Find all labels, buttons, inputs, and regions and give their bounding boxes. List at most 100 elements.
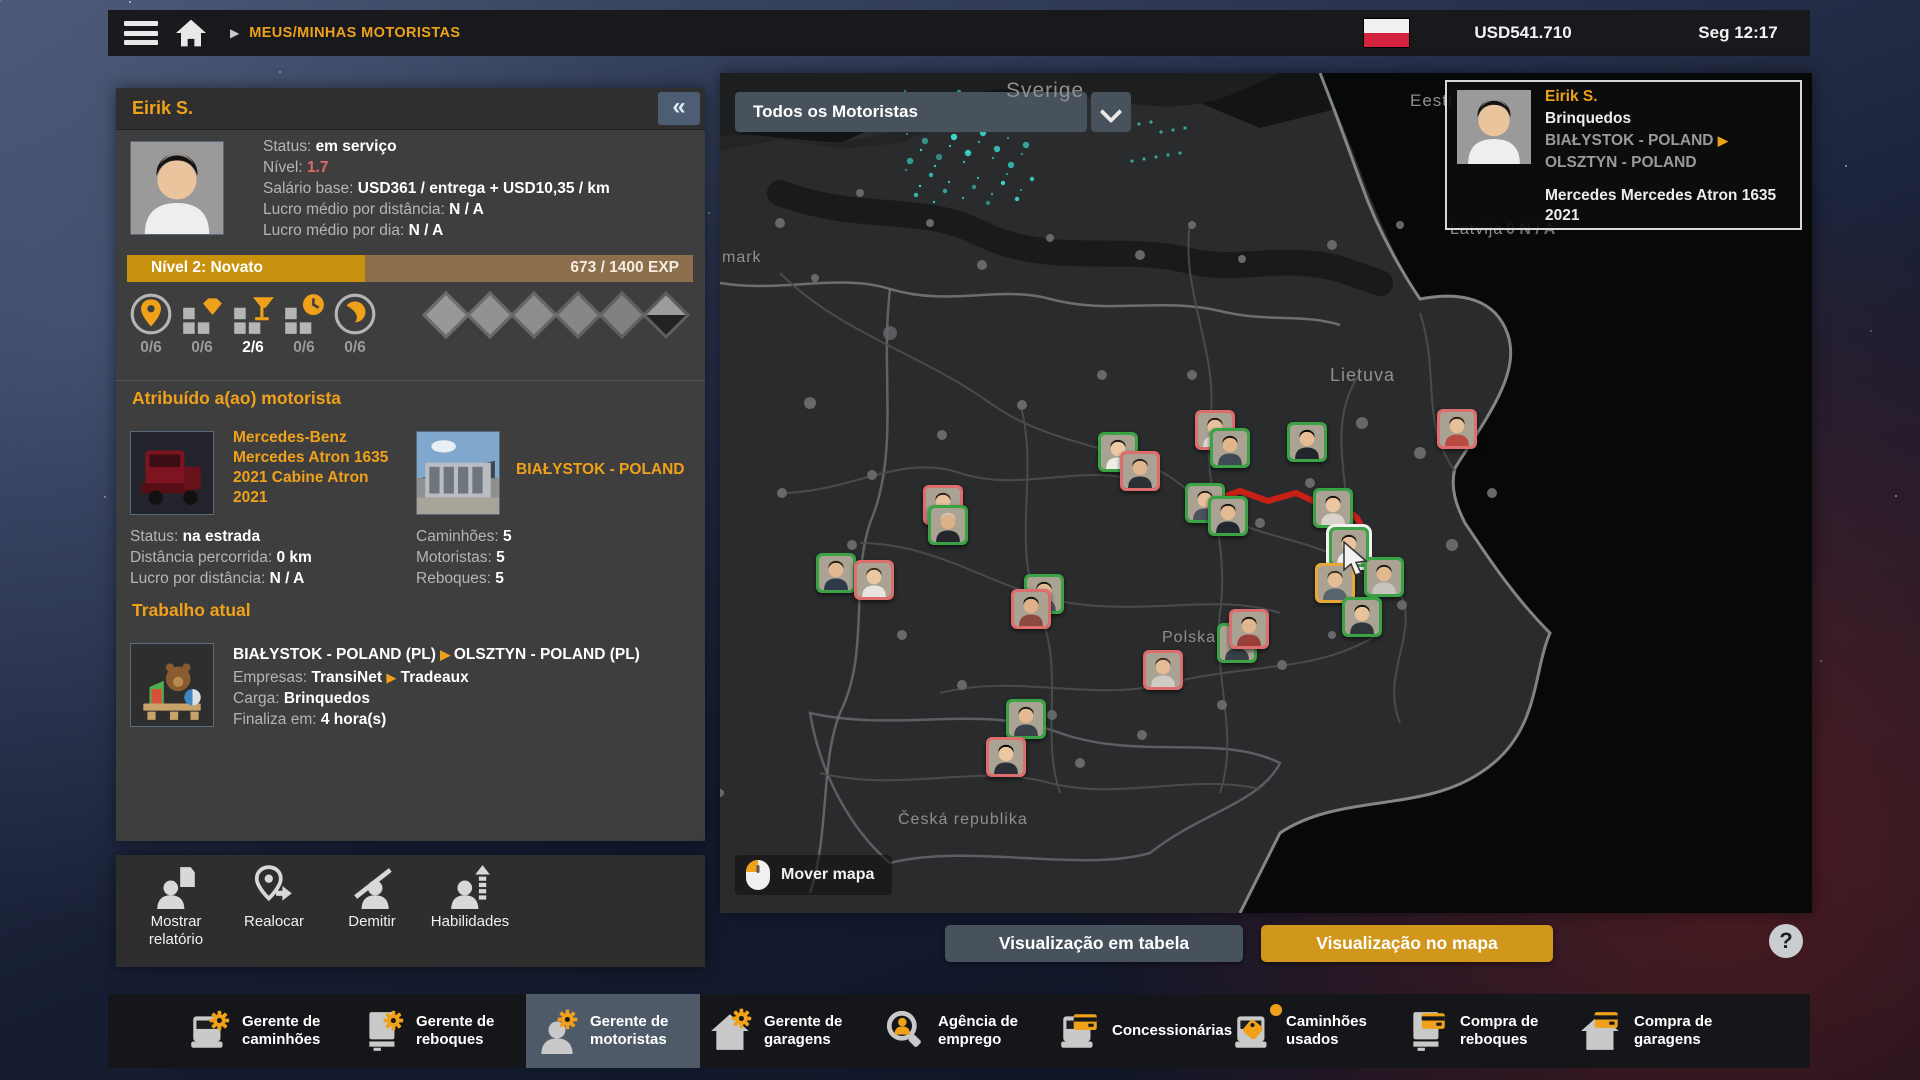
high-value-skill-icon bbox=[179, 291, 225, 337]
menu-icon[interactable] bbox=[124, 21, 158, 45]
driver-marker-red[interactable] bbox=[854, 560, 894, 600]
job-lines: Empresas: TransiNet ▶ TradeauxCarga: Bri… bbox=[233, 667, 469, 730]
driver-marker-green[interactable] bbox=[1210, 428, 1250, 468]
driver-map-tooltip: Eirik S. Brinquedos BIAŁYSTOK - POLAND ▶… bbox=[1445, 80, 1802, 230]
driver-level-bar: Nível 2: Novato 673 / 1400 EXP bbox=[127, 255, 693, 282]
job-route-to: OLSZTYN - POLAND (PL) bbox=[454, 646, 640, 663]
urgent-skill[interactable]: 0/6 bbox=[278, 291, 330, 357]
breadcrumb[interactable]: MEUS/MINHAS MOTORISTAS bbox=[249, 25, 460, 41]
relocate-icon bbox=[249, 863, 299, 909]
fragile-skill[interactable]: 2/6 bbox=[227, 291, 279, 357]
driver-marker-red[interactable] bbox=[1011, 589, 1051, 629]
driver-info-line: Lucro médio por distância: N / A bbox=[263, 199, 610, 220]
driver-actions-bar: Mostrar relatórioRealocarDemitirHabilida… bbox=[116, 855, 705, 967]
toolbar-item-driver-manager[interactable]: Gerente de motoristas bbox=[526, 994, 700, 1068]
toolbar-item-truck-manager[interactable]: Gerente de caminhões bbox=[178, 994, 352, 1068]
driver-marker-red[interactable] bbox=[1229, 609, 1269, 649]
high-value-skill[interactable]: 0/6 bbox=[176, 291, 228, 357]
driver-photo bbox=[130, 141, 224, 235]
stat-line: Distância percorrida: 0 km bbox=[130, 547, 312, 568]
long-distance-skill[interactable]: 0/6 bbox=[125, 291, 177, 357]
driver-name-title: Eirik S. bbox=[132, 98, 193, 119]
mouse-icon bbox=[745, 859, 771, 891]
tooltip-truck: Mercedes Mercedes Atron 1635 2021 bbox=[1545, 186, 1790, 226]
driver-marker-red[interactable] bbox=[986, 737, 1026, 777]
map-label-lietuva: Lietuva bbox=[1330, 365, 1395, 386]
skills-button[interactable]: Habilidades bbox=[422, 863, 518, 931]
adr-badge-gases bbox=[466, 291, 514, 339]
chevron-down-icon[interactable] bbox=[1091, 92, 1131, 132]
garage-manager-icon bbox=[708, 1008, 756, 1054]
garage-thumbnail[interactable] bbox=[416, 431, 500, 515]
driver-info-lines: Status: em serviçoNível: 1.7Salário base… bbox=[263, 136, 610, 241]
adr-badge-flammable-solids bbox=[554, 291, 602, 339]
current-job-heading: Trabalho atual bbox=[132, 600, 251, 621]
map-label--esk-republika: Česká republika bbox=[898, 811, 1028, 829]
driver-marker-red[interactable] bbox=[1143, 650, 1183, 690]
job-agency-icon bbox=[882, 1008, 930, 1054]
driver-marker-green[interactable] bbox=[1208, 496, 1248, 536]
driver-marker-green[interactable] bbox=[1287, 422, 1327, 462]
toolbar-item-buy-garages[interactable]: Compra de garagens bbox=[1570, 994, 1744, 1068]
toolbar-item-buy-trailers[interactable]: Compra de reboques bbox=[1396, 994, 1570, 1068]
driver-detail-panel: Eirik S. « Status: em serviçoNível: 1.7S… bbox=[116, 88, 705, 841]
eco-skill[interactable]: 0/6 bbox=[329, 291, 381, 357]
stat-line: Lucro por distância: N / A bbox=[130, 568, 312, 589]
driver-info-line: Lucro médio por dia: N / A bbox=[263, 220, 610, 241]
move-map-hint: Mover mapa bbox=[735, 855, 892, 895]
eco-skill-icon bbox=[332, 291, 378, 337]
toolbar-item-trailer-manager[interactable]: Gerente de reboques bbox=[352, 994, 526, 1068]
toolbar-item-used-trucks[interactable]: Caminhões usados bbox=[1222, 994, 1396, 1068]
stat-line: Reboques: 5 bbox=[416, 568, 512, 589]
truck-name-link[interactable]: Mercedes-Benz Mercedes Atron 1635 2021 C… bbox=[233, 428, 403, 508]
assigned-heading: Atribuído a(ao) motorista bbox=[132, 388, 341, 409]
toolbar-item-job-agency[interactable]: Agência de emprego bbox=[874, 994, 1048, 1068]
tooltip-driver-name: Eirik S. bbox=[1545, 88, 1598, 106]
driver-panel-header: Eirik S. « bbox=[116, 88, 705, 130]
job-line: Carga: Brinquedos bbox=[233, 688, 469, 709]
driver-info-line: Salário base: USD361 / entrega + USD10,3… bbox=[263, 178, 610, 199]
long-distance-skill-icon bbox=[128, 291, 174, 337]
toolbar-item-garage-manager[interactable]: Gerente de garagens bbox=[700, 994, 874, 1068]
route-arrow-icon: ▶ bbox=[440, 647, 454, 662]
buy-trailers-icon bbox=[1404, 1008, 1452, 1054]
drivers-map[interactable]: Todos os Motoristas SverigeEestimarkLiet… bbox=[720, 73, 1812, 913]
help-button[interactable]: ? bbox=[1769, 924, 1803, 958]
collapse-panel-button[interactable]: « bbox=[658, 92, 700, 125]
tooltip-route-from: BIAŁYSTOK - POLAND ▶ bbox=[1545, 132, 1728, 150]
job-line: Finaliza em: 4 hora(s) bbox=[233, 709, 469, 730]
report-button[interactable]: Mostrar relatório bbox=[128, 863, 224, 949]
report-icon bbox=[151, 863, 201, 909]
garage-name-link[interactable]: BIAŁYSTOK - POLAND bbox=[516, 460, 696, 480]
cargo-thumbnail bbox=[130, 643, 214, 727]
level-label: Nível 2: Novato bbox=[151, 259, 263, 277]
driver-marker-green[interactable] bbox=[1006, 699, 1046, 739]
adr-badge-flammable-liquids bbox=[510, 291, 558, 339]
dismiss-button[interactable]: Demitir bbox=[324, 863, 420, 931]
adr-badge-corrosives bbox=[642, 291, 690, 339]
job-route: BIAŁYSTOK - POLAND (PL) ▶ OLSZTYN - POLA… bbox=[233, 646, 640, 664]
driver-info-line: Status: em serviço bbox=[263, 136, 610, 157]
trailer-manager-icon bbox=[360, 1008, 408, 1054]
garage-stats: Caminhões: 5Motoristas: 5Reboques: 5 bbox=[416, 526, 512, 589]
buy-garages-icon bbox=[1578, 1008, 1626, 1054]
tooltip-driver-photo bbox=[1457, 90, 1531, 164]
truck-thumbnail[interactable] bbox=[130, 431, 214, 515]
relocate-button[interactable]: Realocar bbox=[226, 863, 322, 931]
driver-marker-green[interactable] bbox=[1313, 488, 1353, 528]
money-balance: USD541.710 bbox=[1408, 10, 1638, 56]
truck-stats: Status: na estradaDistância percorrida: … bbox=[130, 526, 312, 589]
driver-marker-red[interactable] bbox=[1120, 451, 1160, 491]
map-label-polska: Polska bbox=[1162, 629, 1216, 647]
home-icon[interactable] bbox=[174, 18, 208, 48]
driver-marker-red[interactable] bbox=[1437, 409, 1477, 449]
table-view-button[interactable]: Visualização em tabela bbox=[945, 925, 1243, 962]
driver-info-line: Nível: 1.7 bbox=[263, 157, 610, 178]
toolbar-item-dealership[interactable]: Concessionárias bbox=[1048, 994, 1222, 1068]
map-view-button[interactable]: Visualização no mapa bbox=[1261, 925, 1553, 962]
map-label-mark: mark bbox=[722, 249, 762, 267]
driver-marker-green[interactable] bbox=[928, 505, 968, 545]
game-clock: Seg 12:17 bbox=[1668, 10, 1808, 56]
driver-marker-green[interactable] bbox=[1342, 597, 1382, 637]
driver-marker-green[interactable] bbox=[816, 553, 856, 593]
